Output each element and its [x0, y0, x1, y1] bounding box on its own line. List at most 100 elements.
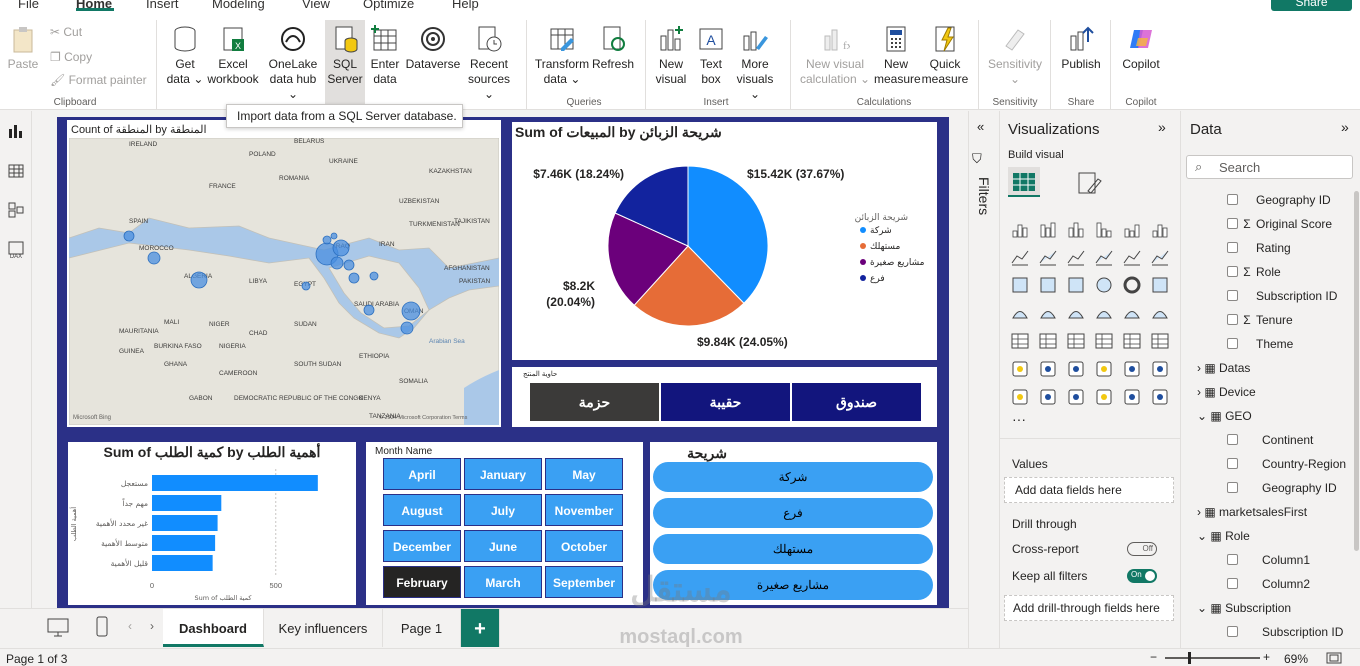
pie-legend-item[interactable]: مستهلك	[870, 242, 900, 252]
viz-stacked-area-icon[interactable]	[1066, 247, 1086, 267]
bar-chart-visual[interactable]: Sum of كمية الطلب by أهمية الطلب مستعجل م…	[68, 442, 356, 605]
viz-pie-icon[interactable]	[1094, 275, 1114, 295]
collapse-viz-icon[interactable]: »	[1158, 119, 1166, 135]
zoom-slider-thumb[interactable]	[1188, 652, 1191, 664]
cut-button[interactable]: ✂ Cut	[50, 25, 82, 39]
new-measure-button[interactable]: New measure	[874, 24, 921, 87]
viz-card-icon[interactable]	[1150, 303, 1170, 323]
map-visual[interactable]: Count of المنطقة by المنطقة IRELAND BELAR…	[67, 120, 501, 427]
segment-pill-consumer[interactable]: مستهلك	[653, 534, 933, 564]
viz-python-icon[interactable]	[1150, 331, 1170, 351]
refresh-button[interactable]: Refresh	[592, 24, 634, 72]
chevron-down-icon[interactable]: ⌄	[1197, 529, 1210, 543]
map-bubble[interactable]	[147, 251, 161, 265]
month-button-december[interactable]: December	[383, 530, 461, 562]
data-field[interactable]: Theme	[1227, 337, 1293, 351]
paste-button[interactable]: Paste	[6, 24, 40, 72]
viz-table-icon[interactable]	[1066, 331, 1086, 351]
viz-area-icon[interactable]	[1038, 247, 1058, 267]
viz-r-script-icon[interactable]	[1122, 331, 1142, 351]
viz-power-apps-icon[interactable]	[1010, 387, 1030, 407]
viz-slicer-icon[interactable]	[1038, 331, 1058, 351]
viz-donut-icon[interactable]	[1122, 275, 1142, 295]
data-field[interactable]: Column2	[1227, 577, 1310, 591]
viz-multi-card-icon[interactable]	[1038, 387, 1058, 407]
copy-button[interactable]: ❐ Copy	[50, 50, 92, 64]
share-button[interactable]: Share	[1271, 0, 1352, 11]
field-checkbox[interactable]	[1227, 218, 1238, 229]
more-visuals-ellipsis[interactable]: ···	[1012, 411, 1026, 427]
segment-pill-branch[interactable]: فرع	[653, 498, 933, 528]
segment-pill-company[interactable]: شركة	[653, 462, 933, 492]
viz-line-column-icon[interactable]	[1122, 247, 1142, 267]
month-button-may[interactable]: May	[545, 458, 623, 490]
chevron-down-icon[interactable]: ⌄	[1197, 409, 1210, 423]
model-view-icon[interactable]	[8, 202, 24, 218]
viz-shape-map-icon[interactable]	[1066, 303, 1086, 323]
keep-filters-toggle[interactable]: On	[1127, 569, 1157, 583]
table-subscription[interactable]: ⌄ ▦ Subscription	[1197, 601, 1291, 615]
pie-legend-item[interactable]: فرع	[870, 274, 885, 284]
zoom-slider[interactable]	[1165, 657, 1260, 659]
viz-arcgis-icon[interactable]	[1094, 387, 1114, 407]
month-button-february[interactable]: February	[383, 566, 461, 598]
viz-waterfall-icon[interactable]	[1010, 275, 1030, 295]
bar-0[interactable]	[152, 475, 318, 491]
enter-data-button[interactable]: Enter data	[366, 24, 404, 87]
field-checkbox[interactable]	[1227, 266, 1238, 277]
mobile-layout-icon[interactable]	[95, 616, 109, 638]
data-field[interactable]: Geography ID	[1227, 481, 1337, 495]
more-visuals-button[interactable]: More visuals ⌄	[731, 24, 779, 102]
desktop-layout-icon[interactable]	[47, 617, 69, 637]
menu-optimize[interactable]: Optimize	[363, 0, 414, 11]
field-checkbox[interactable]	[1227, 194, 1238, 205]
viz-power-automate-icon[interactable]	[1066, 387, 1086, 407]
data-field[interactable]: Geography ID	[1227, 193, 1331, 207]
map-bubble[interactable]	[348, 272, 360, 284]
field-checkbox[interactable]	[1227, 242, 1238, 253]
collapse-data-icon[interactable]: »	[1341, 119, 1349, 135]
data-field[interactable]: Σ Role	[1227, 265, 1281, 279]
field-checkbox[interactable]	[1227, 434, 1238, 445]
pie-legend-item[interactable]: شركة	[870, 226, 892, 236]
table-role[interactable]: ⌄ ▦ Role	[1197, 529, 1250, 543]
table-geo[interactable]: ⌄ ▦ GEO	[1197, 409, 1252, 423]
onelake-button[interactable]: OneLake data hub ⌄	[263, 24, 323, 102]
sql-server-button[interactable]: SQL Server	[325, 20, 365, 104]
viz-key-influencers-icon[interactable]	[1010, 359, 1030, 379]
product-button-box[interactable]: صندوق	[792, 383, 921, 421]
map-bubble[interactable]	[301, 281, 311, 291]
month-button-january[interactable]: January	[464, 458, 542, 490]
zoom-out-icon[interactable]: −	[1150, 650, 1157, 664]
transform-data-button[interactable]: Transform data ⌄	[534, 24, 590, 87]
month-button-april[interactable]: April	[383, 458, 461, 490]
data-scrollbar[interactable]	[1354, 191, 1359, 551]
product-button-bag[interactable]: حقيبة	[661, 383, 790, 421]
table-view-icon[interactable]	[8, 163, 24, 179]
viz-clustered-bar-icon[interactable]	[1066, 219, 1086, 239]
map-bubble[interactable]	[343, 259, 355, 271]
recent-sources-button[interactable]: Recent sources ⌄	[462, 24, 516, 102]
month-button-june[interactable]: June	[464, 530, 542, 562]
copilot-button[interactable]: Copilot	[1116, 24, 1166, 72]
viz-ribbon-icon[interactable]	[1150, 247, 1170, 267]
viz-azure-map-icon[interactable]	[1094, 303, 1114, 323]
field-checkbox[interactable]	[1227, 458, 1238, 469]
data-field[interactable]: Σ Original Score	[1227, 217, 1332, 231]
values-drop-zone[interactable]: Add data fields here	[1004, 477, 1174, 503]
viz-trophy-icon[interactable]	[1150, 359, 1170, 379]
month-button-november[interactable]: November	[545, 494, 623, 526]
chevron-down-icon[interactable]: ⌄	[1197, 601, 1210, 615]
data-search[interactable]: ⌕ Search	[1186, 155, 1353, 179]
data-field[interactable]: Continent	[1227, 433, 1313, 447]
data-field[interactable]: Subscription ID	[1227, 625, 1343, 639]
menu-modeling[interactable]: Modeling	[212, 0, 265, 11]
viz-funnel-icon[interactable]	[1038, 275, 1058, 295]
month-button-october[interactable]: October	[545, 530, 623, 562]
viz-kpi-icon[interactable]	[1010, 331, 1030, 351]
field-checkbox[interactable]	[1227, 482, 1238, 493]
publish-button[interactable]: Publish	[1056, 24, 1106, 72]
drill-through-drop-zone[interactable]: Add drill-through fields here	[1004, 595, 1174, 621]
sensitivity-button[interactable]: Sensitivity ⌄	[984, 24, 1046, 87]
viz-filled-map-icon[interactable]	[1038, 303, 1058, 323]
